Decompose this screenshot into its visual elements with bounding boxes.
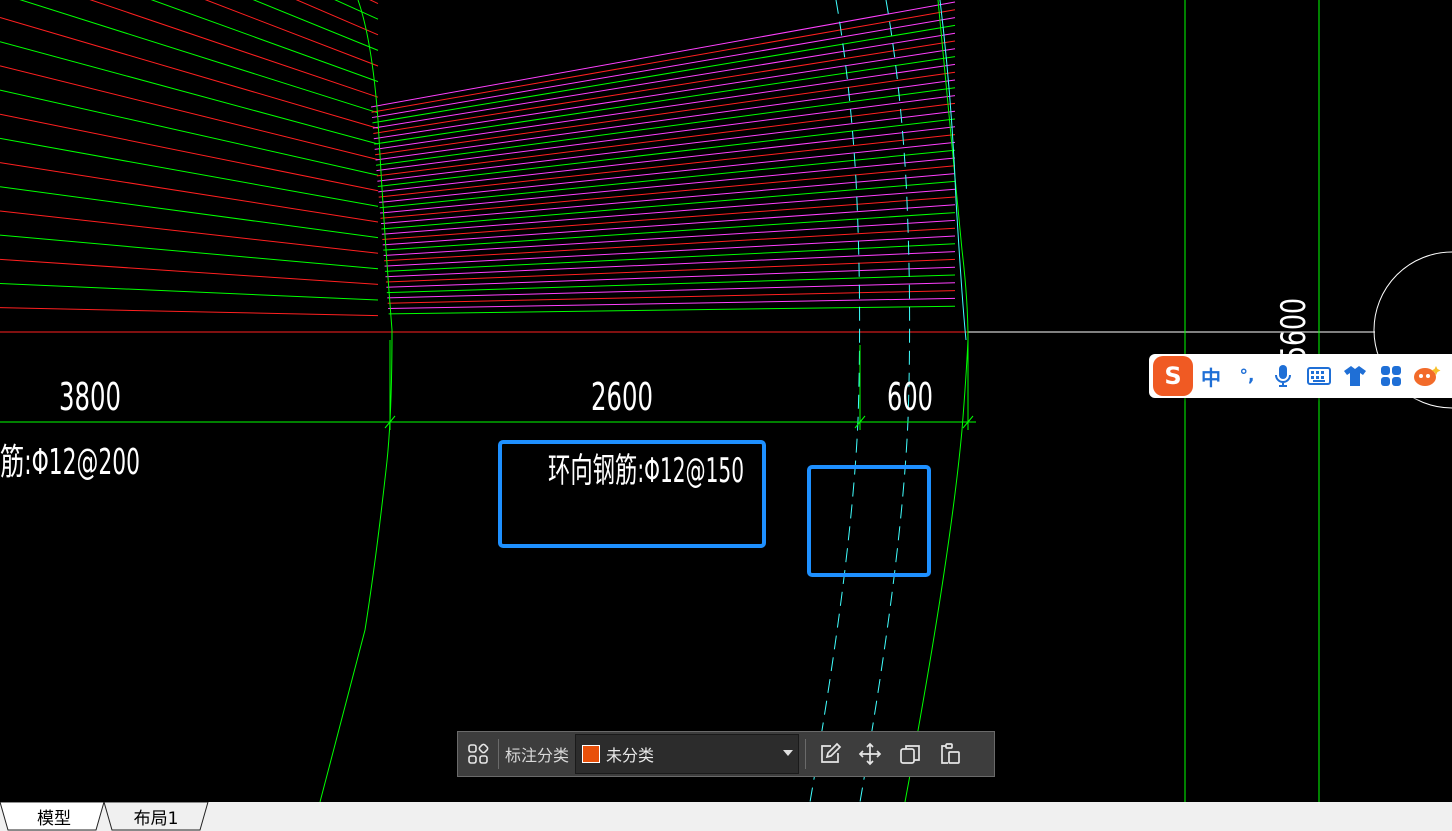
category-value: 未分类 — [606, 746, 655, 765]
copy-icon[interactable] — [890, 732, 930, 776]
ime-punctuation-toggle[interactable]: °, — [1229, 356, 1265, 396]
dimension-600: 600 — [887, 375, 933, 419]
dimension-5600: 5600 — [1274, 298, 1314, 362]
toolbar-separator — [805, 739, 807, 769]
shirt-icon[interactable] — [1337, 356, 1373, 396]
keyboard-icon[interactable] — [1301, 356, 1337, 396]
grid-icon[interactable] — [458, 732, 498, 776]
rebar-label-center: 环向钢筋:Φ12@150 — [548, 451, 744, 491]
annotation-toolbar: 标注分类 未分类 — [457, 731, 995, 777]
microphone-icon[interactable] — [1265, 356, 1301, 396]
rebar-label-left: 筋:Φ12@200 — [0, 442, 140, 483]
category-label: 标注分类 — [505, 746, 570, 765]
category-select[interactable]: 未分类 — [575, 734, 800, 774]
cad-drawing-canvas[interactable]: 3800 2600 600 5600 筋:Φ12@200 环向钢筋:Φ12@15… — [0, 0, 1452, 802]
ime-toolbar: S 中 °, — [1149, 354, 1452, 398]
category-color-swatch — [582, 745, 601, 763]
tab-layout1[interactable]: 布局1 — [104, 802, 208, 830]
tab-model[interactable]: 模型 — [0, 802, 108, 830]
ime-logo-icon[interactable]: S — [1153, 356, 1193, 396]
layout-tab-bar: 模型 布局1 — [0, 802, 1452, 831]
chevron-down-icon — [783, 750, 794, 756]
apps-icon[interactable] — [1373, 356, 1409, 396]
move-icon[interactable] — [850, 732, 890, 776]
mascot-icon[interactable] — [1409, 356, 1445, 396]
edit-icon[interactable] — [810, 732, 850, 776]
ime-mode-toggle[interactable]: 中 — [1193, 356, 1229, 396]
dimension-3800: 3800 — [59, 375, 121, 419]
paste-icon[interactable] — [930, 732, 970, 776]
dimension-2600: 2600 — [591, 375, 653, 419]
